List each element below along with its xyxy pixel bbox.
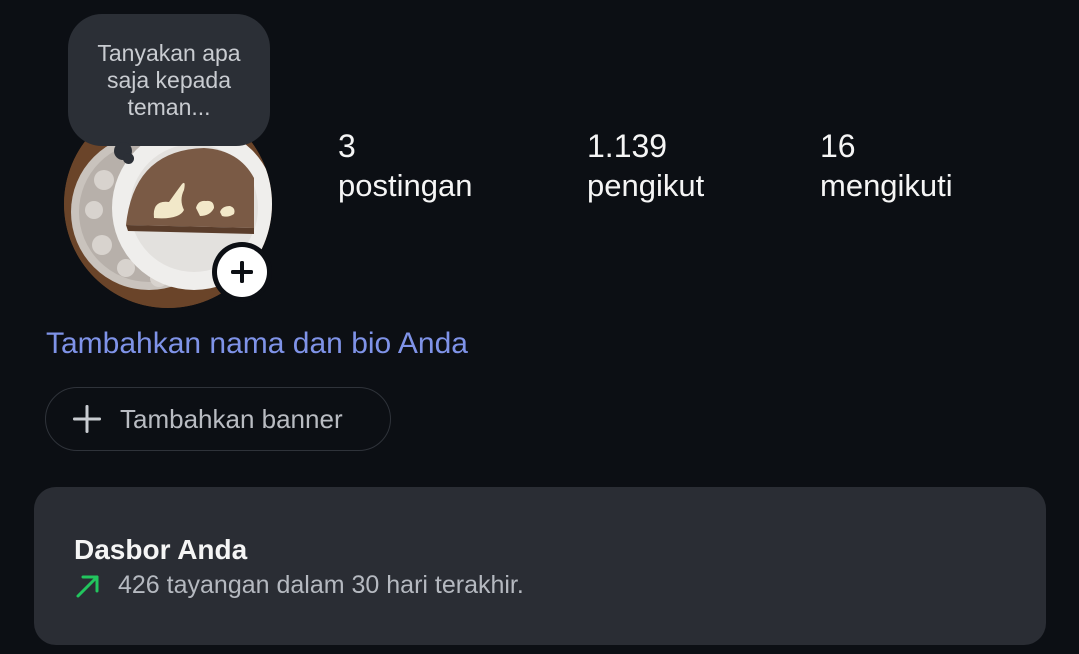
profile-page: Tanyakan apa saja kepada teman... 3 post… <box>0 0 1079 654</box>
note-bubble[interactable]: Tanyakan apa saja kepada teman... <box>68 14 270 146</box>
posts-stat[interactable]: 3 postingan <box>338 126 472 206</box>
dashboard-title: Dasbor Anda <box>74 534 248 565</box>
dashboard-card[interactable]: Dasbor Anda 426 tayangan dalam 30 hari t… <box>34 487 1046 645</box>
plus-icon <box>72 404 102 434</box>
followers-stat[interactable]: 1.139 pengikut <box>587 126 704 206</box>
note-bubble-tail-small <box>123 153 134 164</box>
followers-count: 1.139 <box>587 128 668 164</box>
add-story-button[interactable] <box>212 242 272 302</box>
following-label: mengikuti <box>820 168 953 203</box>
add-banner-button[interactable]: Tambahkan banner <box>45 387 391 451</box>
posts-label: postingan <box>338 168 473 203</box>
following-count: 16 <box>820 128 856 164</box>
add-name-bio-link[interactable]: Tambahkan nama dan bio Anda <box>46 325 468 363</box>
trend-up-arrow-icon <box>74 572 102 600</box>
posts-count: 3 <box>338 128 356 164</box>
note-placeholder-text: Tanyakan apa saja kepada teman... <box>97 39 241 120</box>
add-story-plus-icon <box>217 247 267 297</box>
dashboard-views-row: 426 tayangan dalam 30 hari terakhir. <box>74 571 524 600</box>
add-banner-label: Tambahkan banner <box>120 403 343 434</box>
dashboard-views-text: 426 tayangan dalam 30 hari terakhir. <box>118 571 524 599</box>
followers-label: pengikut <box>587 168 705 203</box>
following-stat[interactable]: 16 mengikuti <box>820 126 953 206</box>
